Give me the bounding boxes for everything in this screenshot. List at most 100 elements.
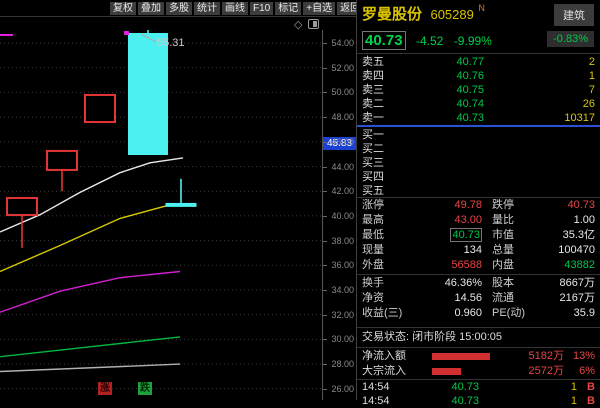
candle-body [85, 95, 115, 122]
bid-row[interactable]: 买五 [357, 184, 600, 198]
ask-price: 40.74 [402, 97, 484, 111]
trading-status-label: 交易状态: [362, 331, 409, 343]
stat-key: 净资 [362, 291, 414, 306]
axis-label: 34.00 [324, 285, 354, 295]
divider [357, 53, 600, 54]
axis-tick [323, 265, 327, 266]
current-volume-value: 134 [414, 243, 482, 258]
bid-label: 买四 [362, 170, 402, 184]
ask-row[interactable]: 卖五40.772 [357, 55, 600, 69]
tick-list[interactable]: 14:5440.731B 14:5440.731B [357, 380, 600, 408]
axis-tick [323, 339, 327, 340]
bid-volume [484, 128, 595, 142]
toolbar-button-diejia[interactable]: 叠加 [138, 2, 164, 15]
block-inflow-label: 大宗流入 [362, 364, 424, 379]
ask-row[interactable]: 卖一40.7310317 [357, 111, 600, 125]
candle-body [47, 151, 77, 170]
block-inflow-pct: 6% [564, 364, 595, 379]
stat-row: 现量134总量100470 [357, 243, 600, 258]
ask-row[interactable]: 卖二40.7426 [357, 97, 600, 111]
ask-queue: 卖五40.772 卖四40.761 卖三40.757 卖二40.7426 卖一4… [357, 55, 600, 125]
eps-value: 0.960 [414, 306, 482, 321]
ask-price: 40.75 [402, 83, 484, 97]
ask-price: 40.77 [402, 55, 484, 69]
ask-volume: 2 [484, 55, 595, 69]
tick-volume: 1 [479, 394, 577, 408]
stat-row: 涨停49.78跌停40.73 [357, 198, 600, 213]
price-change-pct: -9.99% [454, 34, 492, 48]
stat-key: 跌停 [492, 198, 542, 213]
axis-tick [323, 315, 327, 316]
tick-time: 14:54 [362, 380, 404, 394]
stat-key: 内盘 [492, 258, 542, 273]
bid-price [402, 184, 484, 198]
ask-volume: 10317 [484, 111, 595, 125]
toolbar-button-add-watchlist[interactable]: +自选 [303, 2, 335, 15]
quote-panel: 罗曼股份 605289 N 建筑 40.73 -4.52 -9.99% -0.8… [357, 0, 600, 400]
axis-label: 26.00 [324, 384, 354, 394]
tick-price: 40.73 [404, 394, 479, 408]
ma-1 [0, 158, 183, 232]
axis-label: 42.00 [324, 186, 354, 196]
turnover-value: 46.36% [414, 276, 482, 291]
sector-change-badge: -0.83% [547, 31, 594, 47]
stat-key: 涨停 [362, 198, 414, 213]
sector-button[interactable]: 建筑 [554, 4, 594, 26]
block-inflow-row: 大宗流入 2572万 6% [357, 364, 600, 379]
bid-label: 买二 [362, 142, 402, 156]
toolbar-button-huaxian[interactable]: 画线 [222, 2, 248, 15]
diamond-marker-icon[interactable]: ◇ [294, 18, 302, 31]
toolbar-button-fuquan[interactable]: 复权 [110, 2, 136, 15]
bid-row[interactable]: 买四 [357, 170, 600, 184]
axis-tick [323, 92, 327, 93]
toolbar-button-f10[interactable]: F10 [250, 2, 273, 15]
axis-tick [323, 142, 327, 143]
toolbar-button-tongji[interactable]: 统计 [194, 2, 220, 15]
chart-layout-icon[interactable] [308, 19, 319, 29]
ask-label: 卖五 [362, 55, 402, 69]
divider [357, 274, 600, 275]
high-price-label: 55.31 [157, 37, 185, 49]
axis-tick [323, 389, 327, 390]
ask-row[interactable]: 卖三40.757 [357, 83, 600, 97]
net-inflow-bar-box [424, 349, 508, 364]
top-toolbar: 复权 叠加 多股 统计 画线 F10 标记 +自选 返回 [110, 2, 360, 15]
ma-3 [0, 272, 180, 313]
fundamentals-block: 换手46.36%股本8667万 净资14.56流通2167万 收益(三)0.96… [357, 276, 600, 321]
axis-tick [323, 216, 327, 217]
candlestick-chart[interactable]: 55.31 [0, 30, 322, 400]
bid-row[interactable]: 买二 [357, 142, 600, 156]
axis-tick [323, 364, 327, 365]
net-inflow-pct: 13% [564, 349, 595, 364]
share-capital-value: 8667万 [542, 276, 595, 291]
stat-key: 股本 [492, 276, 542, 291]
candlestick-chart-area[interactable]: 55.31 [0, 30, 322, 400]
ma-4 [0, 337, 180, 357]
market-cap-value: 35.3亿 [542, 228, 595, 243]
net-inflow-amount: 5182万 [508, 349, 564, 364]
axis-label: 44.00 [324, 162, 354, 172]
price-row: 40.73 -4.52 -9.99% -0.83% [362, 31, 600, 51]
axis-tick [323, 43, 327, 44]
toolbar-button-duogu[interactable]: 多股 [166, 2, 192, 15]
axis-label: 28.00 [324, 359, 354, 369]
axis-label: 46.00 [324, 137, 354, 147]
pe-value: 35.9 [542, 306, 595, 321]
tick-side: B [577, 380, 595, 394]
ask-label: 卖四 [362, 69, 402, 83]
axis-label: 40.00 [324, 211, 354, 221]
ask-row[interactable]: 卖四40.761 [357, 69, 600, 83]
bid-row[interactable]: 买一 [357, 128, 600, 142]
bid-volume [484, 170, 595, 184]
bid-row[interactable]: 买三 [357, 156, 600, 170]
toolbar-button-biaoji[interactable]: 标记 [275, 2, 301, 15]
fundamental-row: 换手46.36%股本8667万 [357, 276, 600, 291]
high-value: 43.00 [414, 213, 482, 228]
tick-row: 14:5440.731B [357, 380, 600, 394]
axis-tick [323, 117, 327, 118]
stat-key: 量比 [492, 213, 542, 228]
stat-key: 流通 [492, 291, 542, 306]
axis-label: 36.00 [324, 260, 354, 270]
block-inflow-bar-box [424, 364, 508, 379]
block-inflow-bar [432, 368, 461, 375]
